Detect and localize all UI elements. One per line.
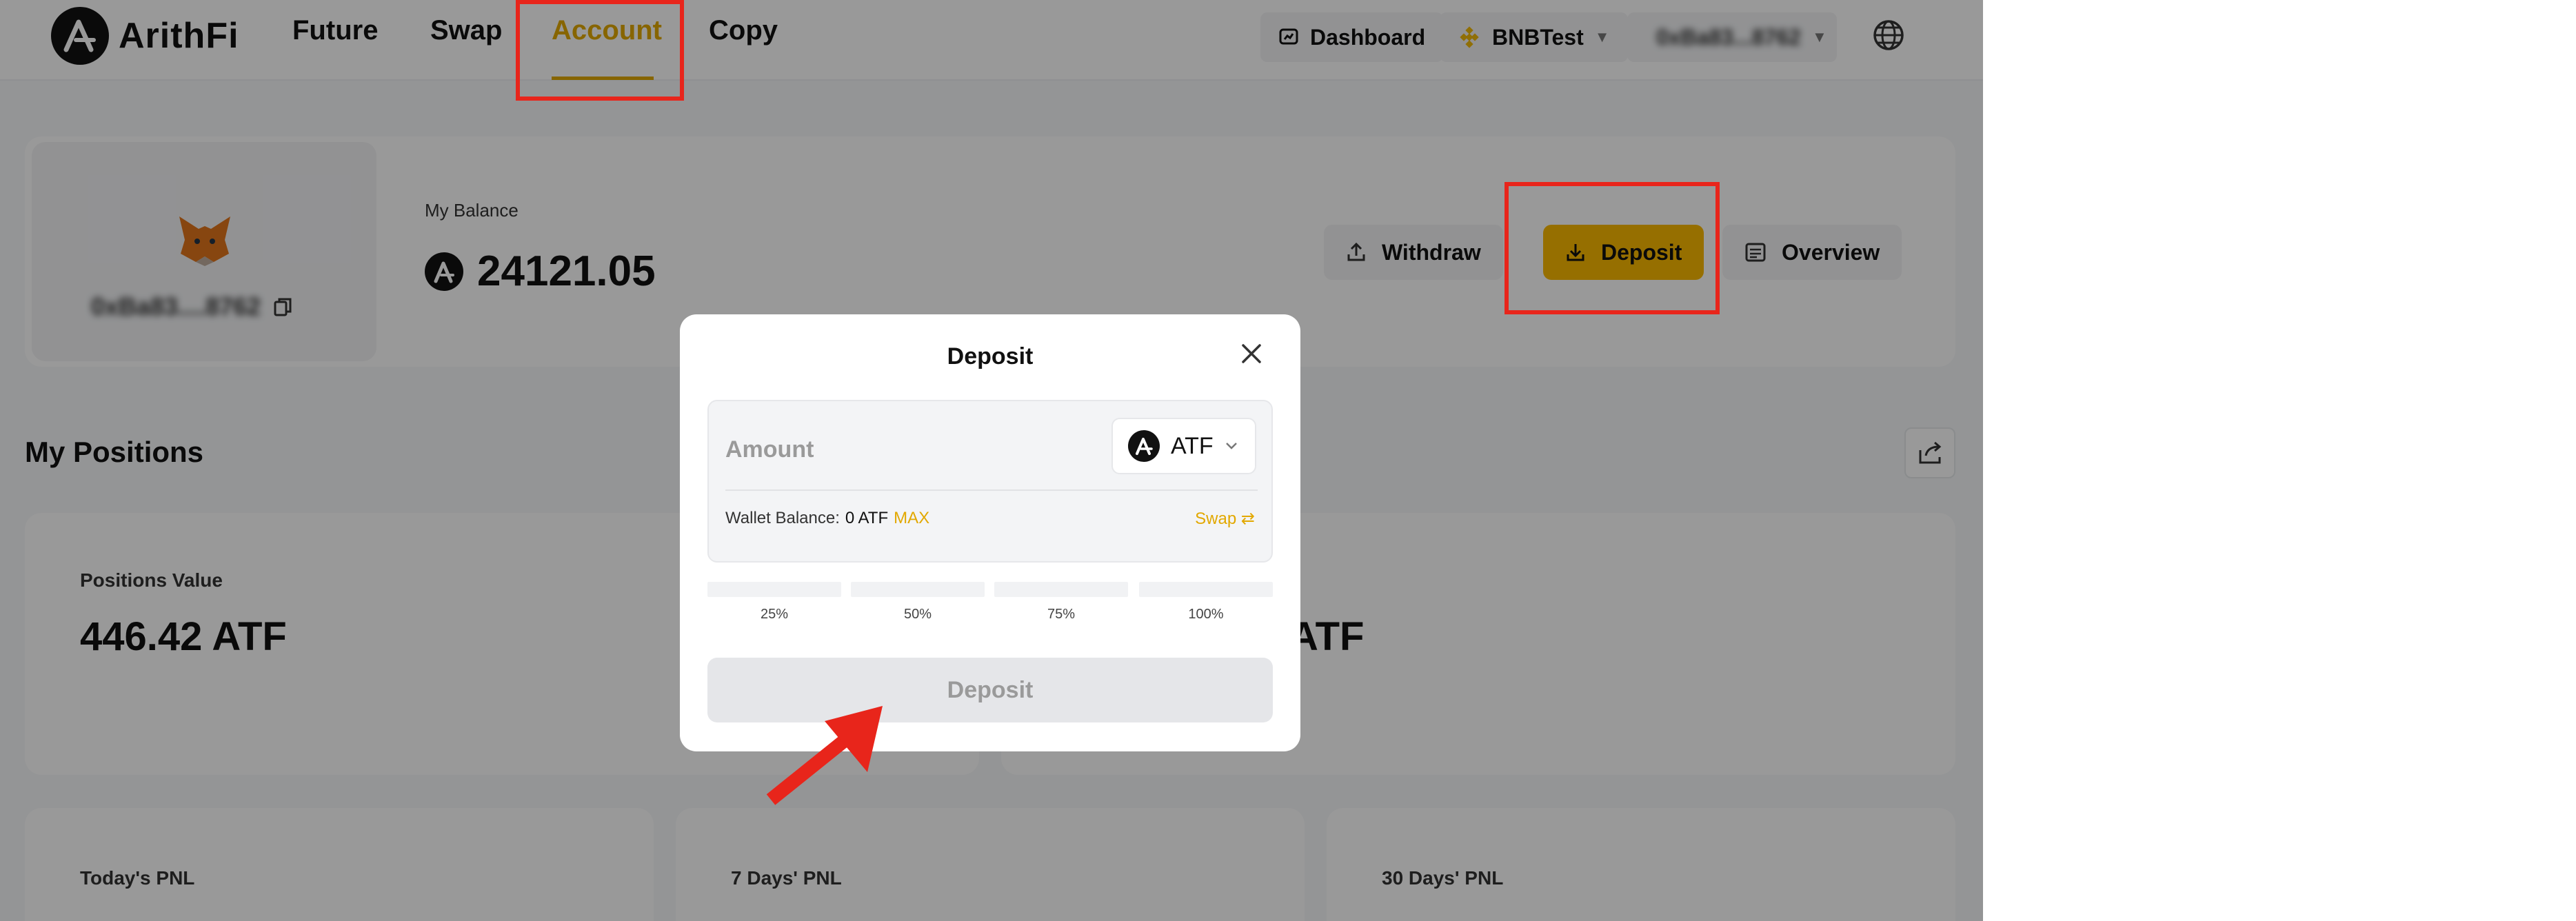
blank-area: [1983, 0, 2576, 921]
modal-title: Deposit: [947, 343, 1034, 370]
swap-arrows-icon: ⇄: [1240, 509, 1255, 528]
wallet-balance-value: 0 ATF: [845, 509, 889, 527]
percent-label-75[interactable]: 75%: [994, 607, 1128, 623]
percent-bar-50[interactable]: [851, 582, 985, 597]
wallet-balance-line: Wallet Balance: 0 ATF MAX: [725, 509, 929, 528]
close-icon[interactable]: [1240, 342, 1263, 365]
amount-input[interactable]: [725, 429, 1084, 470]
annotation-highlight-deposit-button: [1505, 182, 1720, 314]
amount-box: ATF Wallet Balance: 0 ATF MAX Swap ⇄: [707, 400, 1273, 563]
annotation-highlight-account-tab: [516, 0, 684, 101]
percent-label-50[interactable]: 50%: [851, 607, 985, 623]
swap-link[interactable]: Swap ⇄: [1195, 509, 1255, 529]
percent-bar-25[interactable]: [707, 582, 841, 597]
swap-link-label: Swap: [1195, 509, 1237, 528]
atf-token-icon: [1128, 430, 1160, 462]
percent-bar-75[interactable]: [994, 582, 1128, 597]
annotation-arrow-icon: [766, 706, 883, 805]
chevron-down-icon: [1225, 443, 1237, 449]
max-button[interactable]: MAX: [894, 509, 929, 528]
amount-divider: [725, 489, 1258, 491]
app-window: ArithFi Future Swap Account Copy Dashboa…: [0, 0, 1983, 921]
token-label: ATF: [1171, 432, 1214, 459]
wallet-balance-label: Wallet Balance:: [725, 509, 840, 527]
percent-label-100[interactable]: 100%: [1139, 607, 1273, 623]
percent-label-25[interactable]: 25%: [707, 607, 841, 623]
token-selector[interactable]: ATF: [1111, 418, 1256, 474]
percent-bar-100[interactable]: [1139, 582, 1273, 597]
deposit-modal: Deposit ATF Wallet Balance: 0 ATF MAX Sw…: [680, 314, 1300, 751]
